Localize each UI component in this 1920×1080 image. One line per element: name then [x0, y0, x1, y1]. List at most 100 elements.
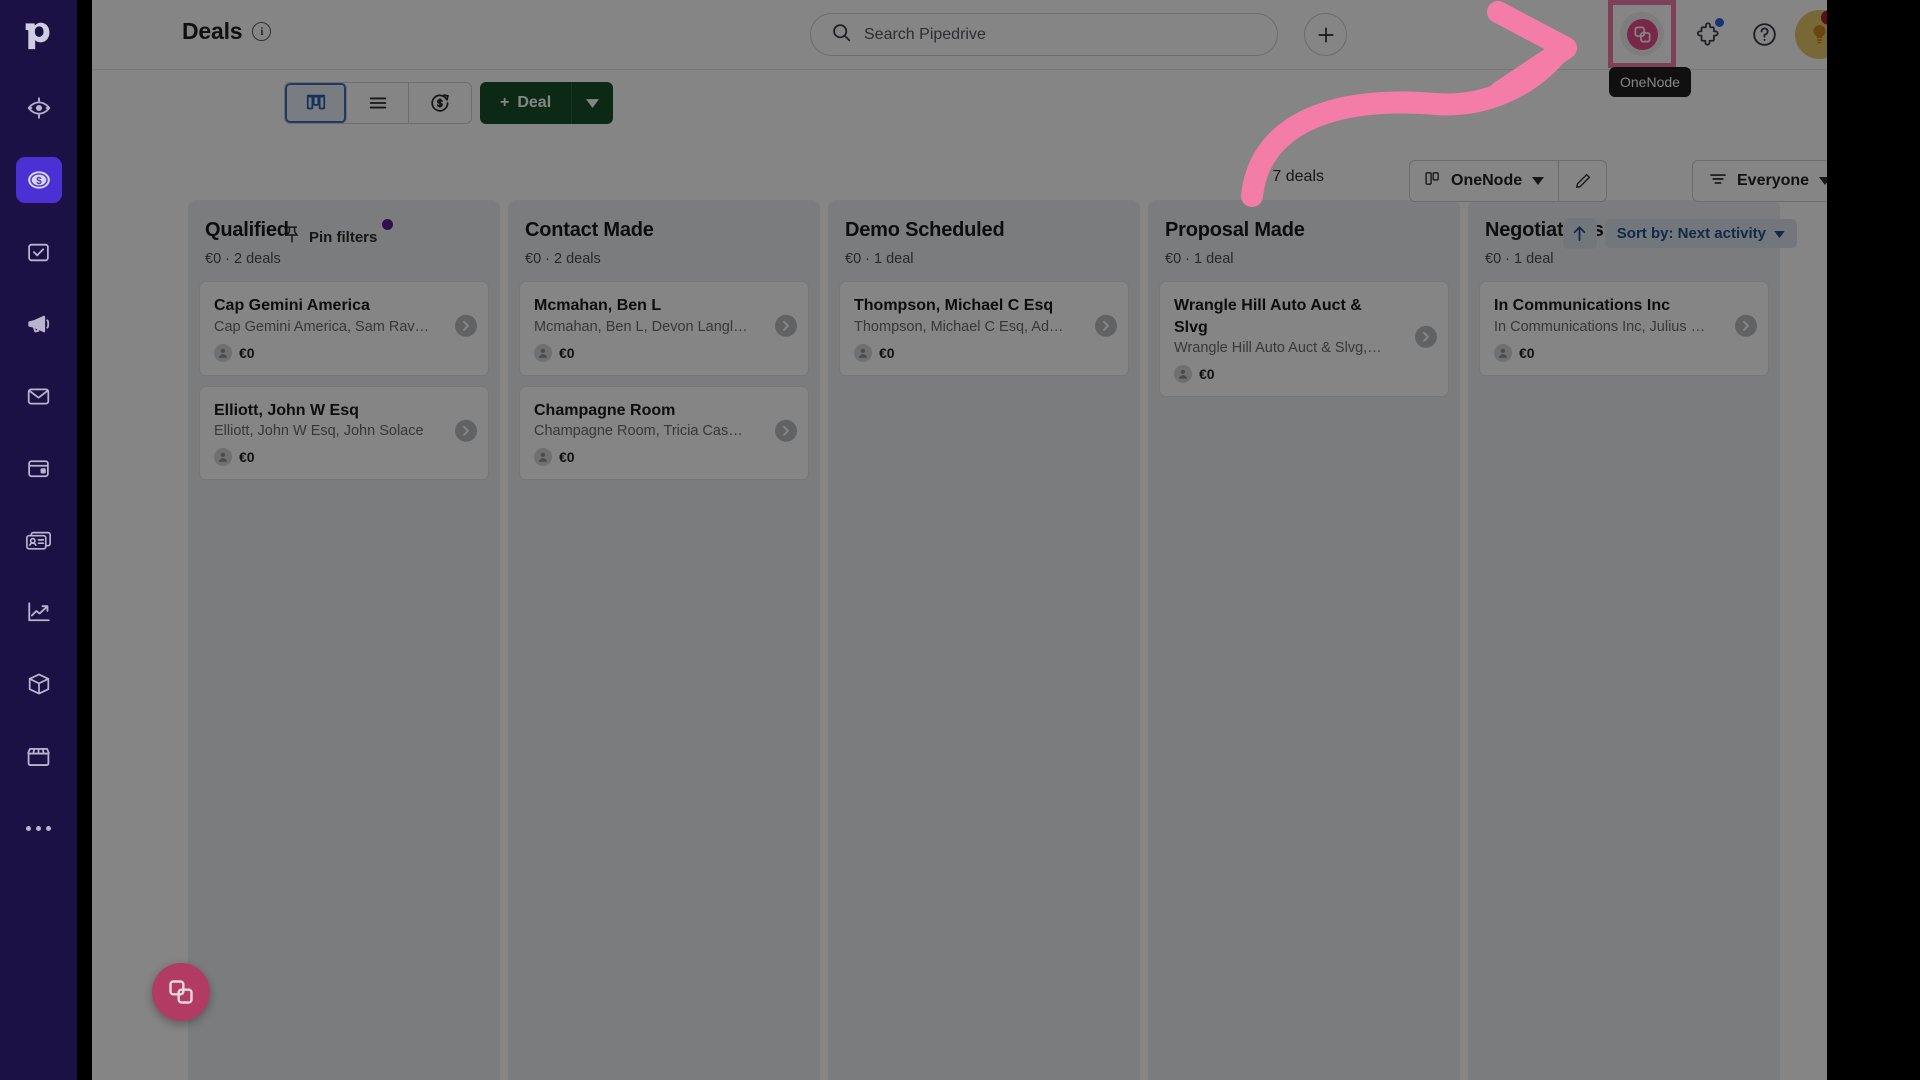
deal-title: Cap Gemini America [214, 297, 370, 314]
deal-title: Wrangle Hill Auto Auct & Slvg [1174, 297, 1362, 336]
deal-value: €0 [1519, 344, 1535, 361]
column-summary: €0 · 1 deal [1485, 251, 1554, 267]
onenode-icon [1626, 18, 1658, 50]
top-bar: Deals i Search Pipedrive OneNode [92, 0, 1827, 97]
person-icon [534, 448, 552, 467]
column-cards: Wrangle Hill Auto Auct & Slvg Wrangle Hil… [1148, 267, 1460, 398]
deal-summary-text: · 7 deals [1262, 168, 1324, 185]
onenode-icon-backdrop [1620, 12, 1664, 56]
deal-subtitle: Elliott, John W Esq, John Solace [214, 423, 424, 440]
person-icon [1494, 343, 1512, 362]
deal-card[interactable]: Thompson, Michael C Esq Thompson, Michael… [839, 281, 1129, 376]
sort-by-label: Sort by: Next activity [1616, 225, 1766, 242]
storefront-icon [16, 733, 62, 779]
sidebar-item-activities[interactable] [0, 216, 77, 288]
notification-count-badge: 1+ [1821, 10, 1827, 25]
search-icon [831, 22, 852, 48]
ellipsis-dot [46, 825, 51, 831]
deal-footer: €0 [854, 343, 1114, 362]
page-title-group: Deals i [182, 18, 272, 45]
sidebar-item-deals[interactable]: $ [0, 144, 77, 216]
sidebar-item-campaigns[interactable] [0, 288, 77, 360]
question-mark-icon[interactable] [1740, 10, 1789, 59]
forecast-view-button[interactable] [409, 83, 471, 123]
sidebar-item-products[interactable] [0, 648, 77, 720]
chevron-right-icon[interactable] [1095, 315, 1117, 338]
sidebar-item-contacts[interactable] [0, 504, 77, 576]
pipeline-selector[interactable]: OneNode [1410, 161, 1558, 201]
deal-card[interactable]: Cap Gemini America Cap Gemini America, Sa… [199, 281, 489, 376]
chevron-right-icon[interactable] [1735, 315, 1757, 338]
sidebar-item-calendar[interactable] [0, 432, 77, 504]
pin-filters-button[interactable]: Pin filters [284, 219, 393, 249]
deal-card[interactable]: Elliott, John W Esq Elliott, John W Esq, … [199, 385, 489, 481]
ellipsis-dot [26, 825, 31, 831]
deal-subtitle: Champagne Room, Tricia Cas… [534, 423, 743, 440]
deal-value: €0 [879, 344, 895, 361]
deal-title: In Communications Inc [1494, 297, 1671, 314]
deal-footer: €0 [534, 343, 794, 362]
pipeline-selector-group: OneNode [1409, 160, 1608, 202]
board-column: Proposal Made €0 · 1 deal Wrangle Hill Aut… [1148, 200, 1460, 1080]
lightbulb-icon[interactable]: 1+ [1795, 10, 1827, 59]
deal-card[interactable]: In Communications Inc In Communications I… [1479, 281, 1769, 376]
column-summary: €0 · 2 deals [205, 251, 281, 267]
sort-direction-button[interactable] [1562, 218, 1597, 249]
deal-card[interactable]: Wrangle Hill Auto Auct & Slvg Wrangle Hil… [1159, 281, 1449, 398]
chevron-right-icon[interactable] [1415, 325, 1437, 348]
pin-filters-indicator-dot [382, 219, 393, 230]
chevron-right-icon[interactable] [455, 419, 477, 442]
deal-subtitle: Wrangle Hill Auto Auct & Slvg,… [1174, 340, 1382, 357]
sidebar-item-leads[interactable] [0, 72, 77, 144]
contact-card-icon [16, 517, 62, 563]
sort-by-button[interactable]: Sort by: Next activity [1604, 219, 1797, 248]
calendar-icon [16, 445, 62, 491]
dollar-coin-icon: $ [15, 157, 62, 203]
board-column: Qualified €0 · 2 deals Cap Gemini America C… [188, 200, 500, 1080]
checkbox-icon [16, 229, 62, 275]
deal-value: €0 [559, 449, 575, 466]
add-deal-button-group: + Deal [480, 82, 614, 124]
filter-icon [1709, 172, 1727, 191]
sidebar-item-mail[interactable] [0, 360, 77, 432]
sidebar-item-insights[interactable] [0, 576, 77, 648]
plus-icon: + [500, 94, 510, 111]
list-view-button[interactable] [347, 83, 409, 123]
chevron-right-icon[interactable] [775, 315, 797, 338]
board-column: Contact Made €0 · 2 deals Mcmahan, Ben L Mc… [508, 200, 820, 1080]
deal-card[interactable]: Champagne Room Champagne Room, Tricia Cas… [519, 385, 809, 481]
chevron-right-icon[interactable] [775, 419, 797, 442]
onenode-extension-icon[interactable] [1608, 0, 1676, 68]
pipedrive-logo[interactable] [0, 0, 77, 72]
sidebar-item-more[interactable] [0, 792, 77, 864]
add-deal-dropdown-button[interactable] [571, 82, 614, 124]
pipeline-view-button[interactable] [285, 83, 347, 123]
deal-card[interactable]: Mcmahan, Ben L Mcmahan, Ben L, Devon Lang… [519, 281, 809, 376]
envelope-icon [16, 373, 62, 419]
sidebar-item-marketplace[interactable] [0, 720, 77, 792]
puzzle-icon[interactable] [1684, 10, 1733, 59]
add-button[interactable] [1304, 13, 1347, 56]
column-header: Demo Scheduled €0 · 1 deal [828, 200, 1140, 267]
deal-subtitle: In Communications Inc, Julius … [1494, 318, 1706, 335]
pin-icon [284, 225, 300, 249]
deal-value: €0 [239, 344, 255, 361]
add-deal-button[interactable]: + Deal [480, 82, 572, 124]
edit-pipeline-button[interactable] [1558, 161, 1606, 201]
deal-value: €0 [1199, 366, 1215, 383]
board-column: Demo Scheduled €0 · 1 deal Thompson, Micha… [828, 200, 1140, 1080]
owner-filter-button[interactable]: Everyone [1692, 160, 1827, 202]
left-nav-rail: $ [0, 0, 77, 1080]
column-title: Contact Made [525, 219, 654, 241]
deal-footer: €0 [1494, 343, 1754, 362]
onenode-fab[interactable] [152, 963, 210, 1021]
chevron-right-icon[interactable] [455, 315, 477, 338]
svg-text:$: $ [36, 176, 42, 187]
search-input[interactable]: Search Pipedrive [810, 13, 1278, 56]
screen-root: Deals i Search Pipedrive OneNode + Deal … [0, 0, 1920, 1080]
column-cards: Mcmahan, Ben L Mcmahan, Ben L, Devon Lang… [508, 267, 820, 481]
person-icon [1174, 365, 1192, 384]
deal-subtitle: Cap Gemini America, Sam Rav… [214, 318, 430, 335]
view-toggle-group [284, 82, 472, 124]
info-icon[interactable]: i [252, 22, 272, 41]
